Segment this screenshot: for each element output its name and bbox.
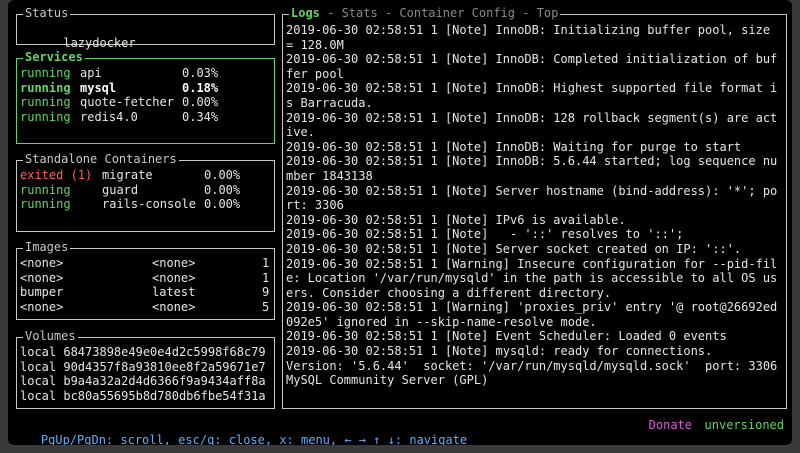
donate-link[interactable]: Donate — [649, 418, 692, 433]
log-line: 2019-06-30 02:58:51 1 [Note] - '::' reso… — [286, 227, 684, 242]
log-line: 2019-06-30 02:58:51 1 [Note] InnoDB: Com… — [286, 52, 778, 81]
service-row[interactable]: running redis4.0 0.34% — [20, 110, 271, 125]
terminal-window: Status lazydocker Services running api 0.0… — [8, 0, 792, 445]
image-tag: <none> — [152, 256, 196, 270]
log-line: 2019-06-30 02:58:51 1 [Note] InnoDB: Wai… — [286, 139, 742, 154]
tab-logs[interactable]: Logs — [291, 6, 320, 20]
image-name: <none> — [20, 256, 64, 270]
images-panel-title: Images — [23, 240, 71, 254]
image-name: <none> — [20, 299, 64, 314]
service-cpu: 0.00% — [182, 95, 219, 110]
tab-separator: - — [515, 6, 537, 20]
service-state: running — [20, 80, 71, 95]
log-line: 2019-06-30 02:58:51 1 [Note] Server host… — [286, 183, 778, 213]
tab-stats[interactable]: Stats — [342, 6, 378, 20]
status-panel[interactable]: Status lazydocker — [16, 6, 275, 50]
service-cpu: 0.18% — [182, 80, 219, 95]
keybinding-hint-bar: PgUp/PgDn: scroll, esc/q: close, x: menu… — [12, 418, 788, 445]
log-line: 2019-06-30 02:58:51 1 [Note] mysqld: rea… — [286, 344, 713, 359]
tab-container-config[interactable]: Container Config — [399, 6, 515, 20]
image-size: 1 — [262, 270, 270, 285]
service-row[interactable]: running mysql 0.18% — [20, 81, 271, 96]
image-row[interactable]: bumper latest 9 — [20, 285, 271, 300]
log-line: 2019-06-30 02:58:51 1 [Note] InnoDB: 128… — [286, 110, 778, 140]
service-cpu: 0.34% — [182, 109, 219, 124]
container-state: running — [20, 197, 71, 212]
service-state: running — [20, 95, 71, 110]
log-line: 2019-06-30 02:58:51 1 [Note] InnoDB: Ini… — [286, 23, 778, 52]
image-tag: latest — [152, 285, 196, 300]
log-line: 2019-06-30 02:58:51 1 [Note] InnoDB: Hig… — [286, 81, 778, 110]
service-name: mysql — [80, 80, 117, 95]
keybinding-hint: PgUp/PgDn: scroll, esc/q: close, x: menu… — [40, 432, 468, 445]
tab-separator: - — [319, 6, 342, 20]
log-line: 2019-06-30 02:58:51 1 [Warning] 'proxies… — [286, 300, 778, 329]
image-size: 5 — [262, 299, 270, 314]
container-cpu: 0.00% — [204, 182, 241, 197]
tab-separator: - — [377, 6, 400, 20]
service-name: api — [80, 66, 102, 80]
log-line: 2019-06-30 02:58:51 1 [Note] Event Sched… — [286, 329, 727, 344]
version-label: unversioned — [704, 418, 784, 432]
log-line: 2019-06-30 02:58:51 1 [Warning] Insecure… — [286, 256, 778, 300]
image-tag: <none> — [152, 270, 196, 285]
image-row[interactable]: <none> <none> 5 — [20, 300, 271, 315]
logs-panel[interactable]: Logs - Stats - Container Config - Top 20… — [282, 6, 787, 409]
volume-row[interactable]: local 90d4357f8a93810ee8f2a59671e7 — [20, 360, 271, 375]
log-line: Version: '5.6.44' socket: '/var/run/mysq… — [286, 358, 778, 388]
image-row[interactable]: <none> <none> 1 — [20, 256, 271, 271]
image-tag: <none> — [152, 299, 196, 314]
tab-top[interactable]: Top — [537, 6, 559, 20]
container-name: migrate — [102, 168, 153, 182]
log-line: 2019-06-30 02:58:51 1 [Note] InnoDB: 5.6… — [286, 154, 778, 183]
standalone-containers-panel[interactable]: Standalone Containers exited (1) migrate 0… — [16, 152, 275, 232]
container-cpu: 0.00% — [204, 197, 241, 212]
service-name: redis4.0 — [80, 109, 138, 124]
volumes-panel[interactable]: Volumes local 68473898e49e0e4d2c5998f68c… — [16, 329, 275, 409]
container-state: running — [20, 182, 71, 197]
volume-row[interactable]: local bc80a55695b8d780db6fbe54f31a — [20, 389, 271, 404]
volumes-panel-title: Volumes — [23, 329, 78, 343]
image-row[interactable]: <none> <none> 1 — [20, 271, 271, 286]
container-name: rails-console — [102, 197, 196, 212]
volume-row[interactable]: local b9a4a32a2d4d6366f9a9434aff8a — [20, 374, 271, 389]
image-name: <none> — [20, 270, 64, 285]
container-row[interactable]: exited (1) migrate 0.00% — [20, 168, 271, 183]
volume-row[interactable]: local 68473898e49e0e4d2c5998f68c79 — [20, 345, 271, 360]
image-name: bumper — [20, 285, 64, 300]
images-panel[interactable]: Images <none> <none> 1 <none> <none> 1 bumper l… — [16, 240, 275, 320]
log-line: 2019-06-30 02:58:51 1 [Note] IPv6 is ava… — [286, 212, 626, 227]
service-name: quote-fetcher — [80, 95, 174, 110]
container-row[interactable]: running rails-console 0.00% — [20, 197, 271, 212]
main-panel-tabs: Logs - Stats - Container Config - Top — [289, 6, 561, 20]
service-row[interactable]: running quote-fetcher 0.00% — [20, 95, 271, 110]
image-size: 1 — [262, 256, 270, 270]
project-name: lazydocker — [63, 35, 136, 50]
log-line: 2019-06-30 02:58:51 1 [Note] Server sock… — [286, 241, 742, 256]
container-name: guard — [102, 182, 139, 197]
container-row[interactable]: running guard 0.00% — [20, 183, 271, 198]
standalone-containers-title: Standalone Containers — [23, 152, 179, 166]
image-size: 9 — [262, 285, 270, 300]
services-panel[interactable]: Services running api 0.03% running mysql 0.18… — [16, 50, 275, 144]
status-panel-title: Status — [23, 6, 71, 20]
service-state: running — [20, 109, 71, 124]
service-state: running — [20, 66, 71, 80]
services-panel-title: Services — [23, 50, 85, 64]
service-row[interactable]: running api 0.03% — [20, 66, 271, 81]
container-cpu: 0.00% — [204, 168, 241, 182]
container-state: exited (1) — [20, 168, 93, 182]
service-cpu: 0.03% — [182, 66, 219, 80]
